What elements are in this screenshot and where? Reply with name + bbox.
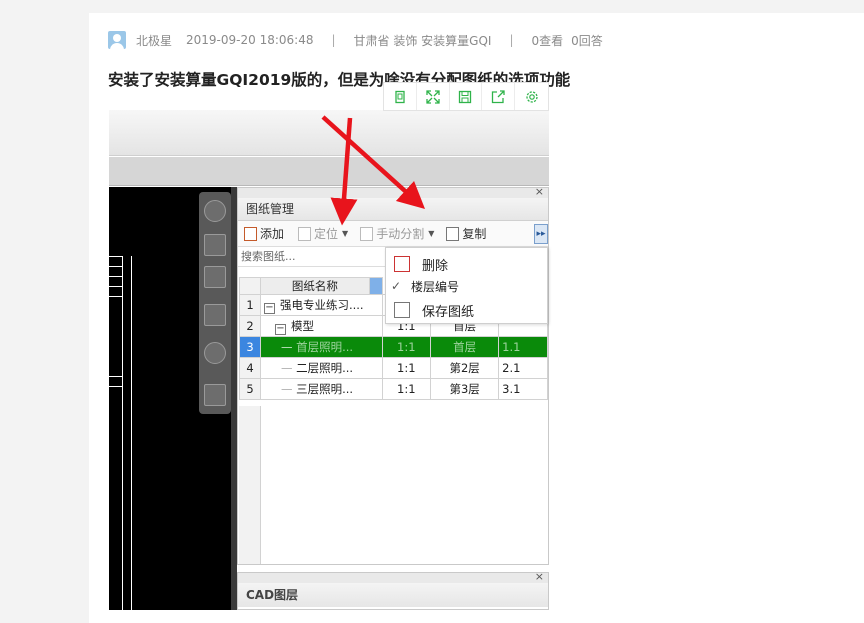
share-icon[interactable] xyxy=(482,83,516,110)
post-category[interactable]: 甘肃省 装饰 安装算量GQI xyxy=(354,32,492,49)
drawing-management-panel: × 图纸管理 添加 定位▼ 手动分割▼ 复制 ▸▸ 图纸名称 1 −强电专业练习… xyxy=(237,185,549,565)
copy-button[interactable]: 复制 xyxy=(446,225,486,242)
view-toolbar xyxy=(199,192,231,414)
add-button[interactable]: 添加 xyxy=(244,225,284,242)
3d-view-icon[interactable] xyxy=(204,234,226,256)
rotate-icon[interactable] xyxy=(204,342,226,364)
dropdown-arrow-icon[interactable]: ▼ xyxy=(342,229,348,238)
manual-split-button[interactable]: 手动分割 ▼ xyxy=(360,225,434,242)
post-datetime: 2019-09-20 18:06:48 xyxy=(186,33,314,47)
view-count: 0查看 xyxy=(531,33,564,48)
author-name[interactable]: 北极星 xyxy=(136,32,172,49)
add-icon xyxy=(244,226,257,241)
copy-icon xyxy=(446,226,460,241)
fullscreen-icon[interactable] xyxy=(417,83,450,110)
fit-page-icon[interactable] xyxy=(384,83,417,110)
split-icon xyxy=(360,226,374,241)
panel-toolbar: 添加 定位 ▼ 手动分割 ▼ 复制 ▸▸ xyxy=(238,221,548,247)
box-view-icon[interactable] xyxy=(204,304,226,326)
delete-icon xyxy=(394,256,410,272)
save-icon[interactable] xyxy=(450,83,483,110)
menu-item-save[interactable]: 保存图纸 xyxy=(386,300,547,320)
dropdown-arrow-icon[interactable]: ▼ xyxy=(428,229,434,238)
menu-item-delete[interactable]: 删除 xyxy=(386,254,547,274)
post-meta: 北极星 2019-09-20 18:06:48 | 甘肃省 装饰 安装算量GQI… xyxy=(108,31,603,49)
panel-title: CAD图层 xyxy=(238,583,548,607)
table-row[interactable]: 4 — 二层照明... 1:1 第2层 2.1 xyxy=(239,357,548,379)
settings-icon[interactable] xyxy=(515,83,548,110)
column-header[interactable]: 图纸名称 xyxy=(259,277,370,295)
answer-count: 0回答 xyxy=(571,33,603,48)
screenshot-image: × 图纸管理 添加 定位▼ 手动分割▼ 复制 ▸▸ 图纸名称 1 −强电专业练习… xyxy=(109,110,549,610)
drawing-search-input[interactable] xyxy=(241,250,391,263)
app-tab-strip xyxy=(109,157,549,186)
locate-icon xyxy=(298,226,312,241)
user-avatar-icon[interactable] xyxy=(108,31,126,49)
table-row[interactable]: 5 — 三层照明... 1:1 第3层 3.1 xyxy=(239,378,548,400)
image-toolbar xyxy=(383,82,549,111)
save-drawing-icon xyxy=(394,302,410,318)
collapse-icon[interactable]: − xyxy=(274,323,286,335)
cube-view-icon[interactable] xyxy=(204,266,226,288)
more-tools-button[interactable]: ▸▸ xyxy=(534,224,548,244)
panel-title: 图纸管理 xyxy=(238,198,548,221)
cad-layer-panel: × CAD图层 xyxy=(237,570,549,610)
grid-view-icon[interactable] xyxy=(204,384,226,406)
app-ribbon xyxy=(109,110,549,156)
context-menu: 删除 ✓ 楼层编号 保存图纸 xyxy=(385,247,548,324)
menu-item-floor-number[interactable]: ✓ 楼层编号 xyxy=(386,277,547,295)
close-icon[interactable]: × xyxy=(535,570,544,583)
orbit-icon[interactable] xyxy=(204,200,226,222)
close-icon[interactable]: × xyxy=(535,185,544,198)
meta-separator: | xyxy=(509,33,514,47)
collapse-icon[interactable]: − xyxy=(263,302,275,314)
checkmark-icon: ✓ xyxy=(391,279,402,293)
locate-button[interactable]: 定位 ▼ xyxy=(298,225,348,242)
table-row-selected[interactable]: 3 — 首层照明... 1:1 首层 1.1 xyxy=(239,336,548,358)
meta-separator: | xyxy=(331,33,336,47)
